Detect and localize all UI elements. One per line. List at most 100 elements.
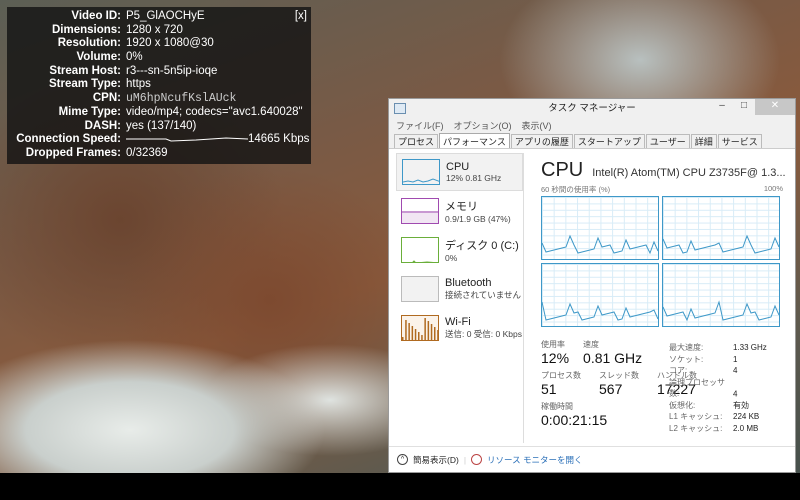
axis-label: 60 秒間の使用率 (%): [541, 185, 611, 194]
task-manager-icon: [394, 103, 406, 114]
resource-name: CPU: [446, 161, 470, 173]
stat-row: Stream Type: https: [7, 78, 311, 92]
resource-item[interactable]: Bluetooth 接続されていません: [396, 270, 523, 308]
stat-row: Resolution: 1920 x 1080@30: [7, 37, 311, 51]
menu-bar: ファイル(F) オプション(O) 表示(V): [389, 119, 795, 133]
connection-speed-value: 14665 Kbps: [248, 133, 310, 146]
spec-value: 有効: [733, 400, 749, 410]
chevron-up-icon[interactable]: ^: [397, 454, 408, 465]
tab-6[interactable]: サービス: [717, 134, 762, 148]
maximize-button[interactable]: □: [733, 99, 755, 115]
stats-for-nerds-panel: [x] Video ID: P5_GlAOCHyE Dimensions: 1280 …: [7, 7, 311, 164]
stat-row: Dropped Frames: 0/32369: [7, 147, 311, 161]
menu-item[interactable]: オプション(O): [454, 119, 512, 133]
close-stats-button[interactable]: [x]: [295, 10, 307, 22]
open-resource-monitor-link[interactable]: リソース モニターを開く: [487, 454, 582, 466]
spec-label: L1 キャッシュ:: [669, 412, 723, 421]
spec-row: 仮想化: 有効: [669, 400, 767, 412]
usage-value: 12%: [541, 350, 570, 366]
resource-list: CPU 12% 0.81 GHz メモリ 0.9/1.9 GB (47%) ディスク 0…: [396, 153, 524, 443]
spec-value: 4: [733, 366, 738, 375]
resource-item[interactable]: Wi-Fi 送信: 0 受信: 0 Kbps: [396, 309, 523, 347]
process-label: プロセス数: [541, 371, 581, 380]
cpu-core-graph: [541, 263, 659, 327]
cpu-core-graph: [662, 196, 780, 260]
resource-text: Wi-Fi 送信: 0 受信: 0 Kbps: [445, 316, 522, 340]
stat-label: Mime Type:: [58, 105, 121, 118]
thread-label: スレッド数: [599, 371, 639, 380]
spec-value: 2.0 MB: [733, 423, 759, 433]
tab-3[interactable]: スタートアップ: [573, 134, 645, 148]
stat-label: Dimensions:: [51, 23, 121, 36]
menu-item[interactable]: ファイル(F): [396, 119, 444, 133]
stat-value: video/mp4; codecs="avc1.640028": [126, 105, 303, 118]
cpu-graphs: [541, 196, 791, 327]
resource-graph-thumb: [401, 237, 439, 263]
close-button[interactable]: ✕: [755, 99, 795, 115]
stat-value: 0/32369: [126, 146, 168, 159]
resource-item[interactable]: ディスク 0 (C:) 0%: [396, 231, 523, 269]
spec-label: L2 キャッシュ:: [669, 423, 723, 433]
stat-value: r3---sn-5n5ip-ioqe: [126, 64, 218, 77]
resource-sub: 送信: 0 受信: 0 Kbps: [445, 329, 522, 339]
resource-text: CPU 12% 0.81 GHz: [446, 161, 501, 183]
spec-label: ソケット:: [669, 354, 704, 364]
stat-value: yes (137/140): [126, 119, 197, 132]
tab-0[interactable]: プロセス: [394, 134, 439, 148]
stat-row: Volume: 0%: [7, 51, 311, 65]
minimize-button[interactable]: –: [711, 99, 733, 115]
spec-value: 4: [733, 389, 738, 398]
resource-name: ディスク 0 (C:): [445, 240, 519, 252]
stat-label: Stream Host:: [49, 64, 121, 77]
speed-label: 速度: [583, 340, 600, 349]
stat-label: DASH:: [84, 119, 121, 132]
thread-value: 567: [599, 381, 623, 397]
stat-value: https: [126, 78, 151, 91]
resource-sub: 0%: [445, 253, 458, 263]
tab-1[interactable]: パフォーマンス: [439, 133, 510, 148]
tab-4[interactable]: ユーザー: [645, 134, 690, 148]
resource-text: Bluetooth 接続されていません: [445, 277, 521, 301]
cpu-core-graph: [541, 196, 659, 260]
stat-row: Stream Host: r3---sn-5n5ip-ioqe: [7, 65, 311, 79]
resource-name: Bluetooth: [445, 277, 492, 289]
resource-graph-thumb: [401, 276, 439, 302]
spec-row: L1 キャッシュ: 224 KB: [669, 411, 767, 423]
tab-bar: プロセス パフォーマンス アプリの履歴 スタートアップ ユーザー 詳細 サービス: [389, 133, 795, 149]
resource-name: メモリ: [445, 201, 478, 213]
resource-name: Wi-Fi: [445, 316, 471, 328]
spec-row: 最大速度: 1.33 GHz: [669, 342, 767, 354]
stat-row: DASH: yes (137/140): [7, 120, 311, 134]
stat-value: 14665 Kbps: [126, 133, 311, 147]
resource-graph-thumb: [402, 159, 440, 185]
stat-label: Video ID:: [71, 10, 121, 22]
menu-item[interactable]: 表示(V): [522, 119, 552, 133]
resource-graph-thumb: [401, 198, 439, 224]
resource-text: ディスク 0 (C:) 0%: [445, 237, 519, 263]
stat-row: CPN: uM6hpNcufKslAUck: [7, 92, 311, 106]
tab-2[interactable]: アプリの履歴: [510, 134, 573, 148]
stat-value: uM6hpNcufKslAUck: [126, 92, 237, 106]
spec-row: ソケット: 1: [669, 354, 767, 366]
tab-5[interactable]: 詳細: [690, 134, 717, 148]
cpu-core-graph: [662, 263, 780, 327]
cpu-model: Intel(R) Atom(TM) CPU Z3735F@ 1.3...: [592, 167, 786, 179]
spec-row: コア: 4: [669, 365, 767, 377]
stat-row: Dimensions: 1280 x 720: [7, 24, 311, 38]
cpu-specs: 最大速度: 1.33 GHz ソケット: 1 コア: 4 論理プロセッサ数: 4 仮想化: 有効 L…: [669, 342, 767, 434]
usage-label: 使用率: [541, 340, 565, 349]
resource-item[interactable]: CPU 12% 0.81 GHz: [396, 153, 523, 191]
stat-label: Stream Type:: [48, 78, 121, 91]
process-value: 51: [541, 381, 557, 397]
connection-speed-sparkline: [126, 137, 248, 142]
cpu-heading: CPU: [541, 159, 584, 181]
spec-label: 仮想化:: [669, 400, 696, 410]
axis-max: 100%: [763, 184, 783, 193]
spec-label: 最大速度:: [669, 343, 704, 352]
fewer-details-button[interactable]: 簡易表示(D): [413, 454, 459, 466]
footer: ^ 簡易表示(D) | リソース モニターを開く: [389, 446, 795, 472]
resource-sub: 12% 0.81 GHz: [446, 173, 502, 183]
title-bar[interactable]: タスク マネージャー – □ ✕: [389, 99, 795, 119]
resource-item[interactable]: メモリ 0.9/1.9 GB (47%): [396, 192, 523, 230]
stat-row: Connection Speed: 14665 Kbps: [7, 133, 311, 147]
